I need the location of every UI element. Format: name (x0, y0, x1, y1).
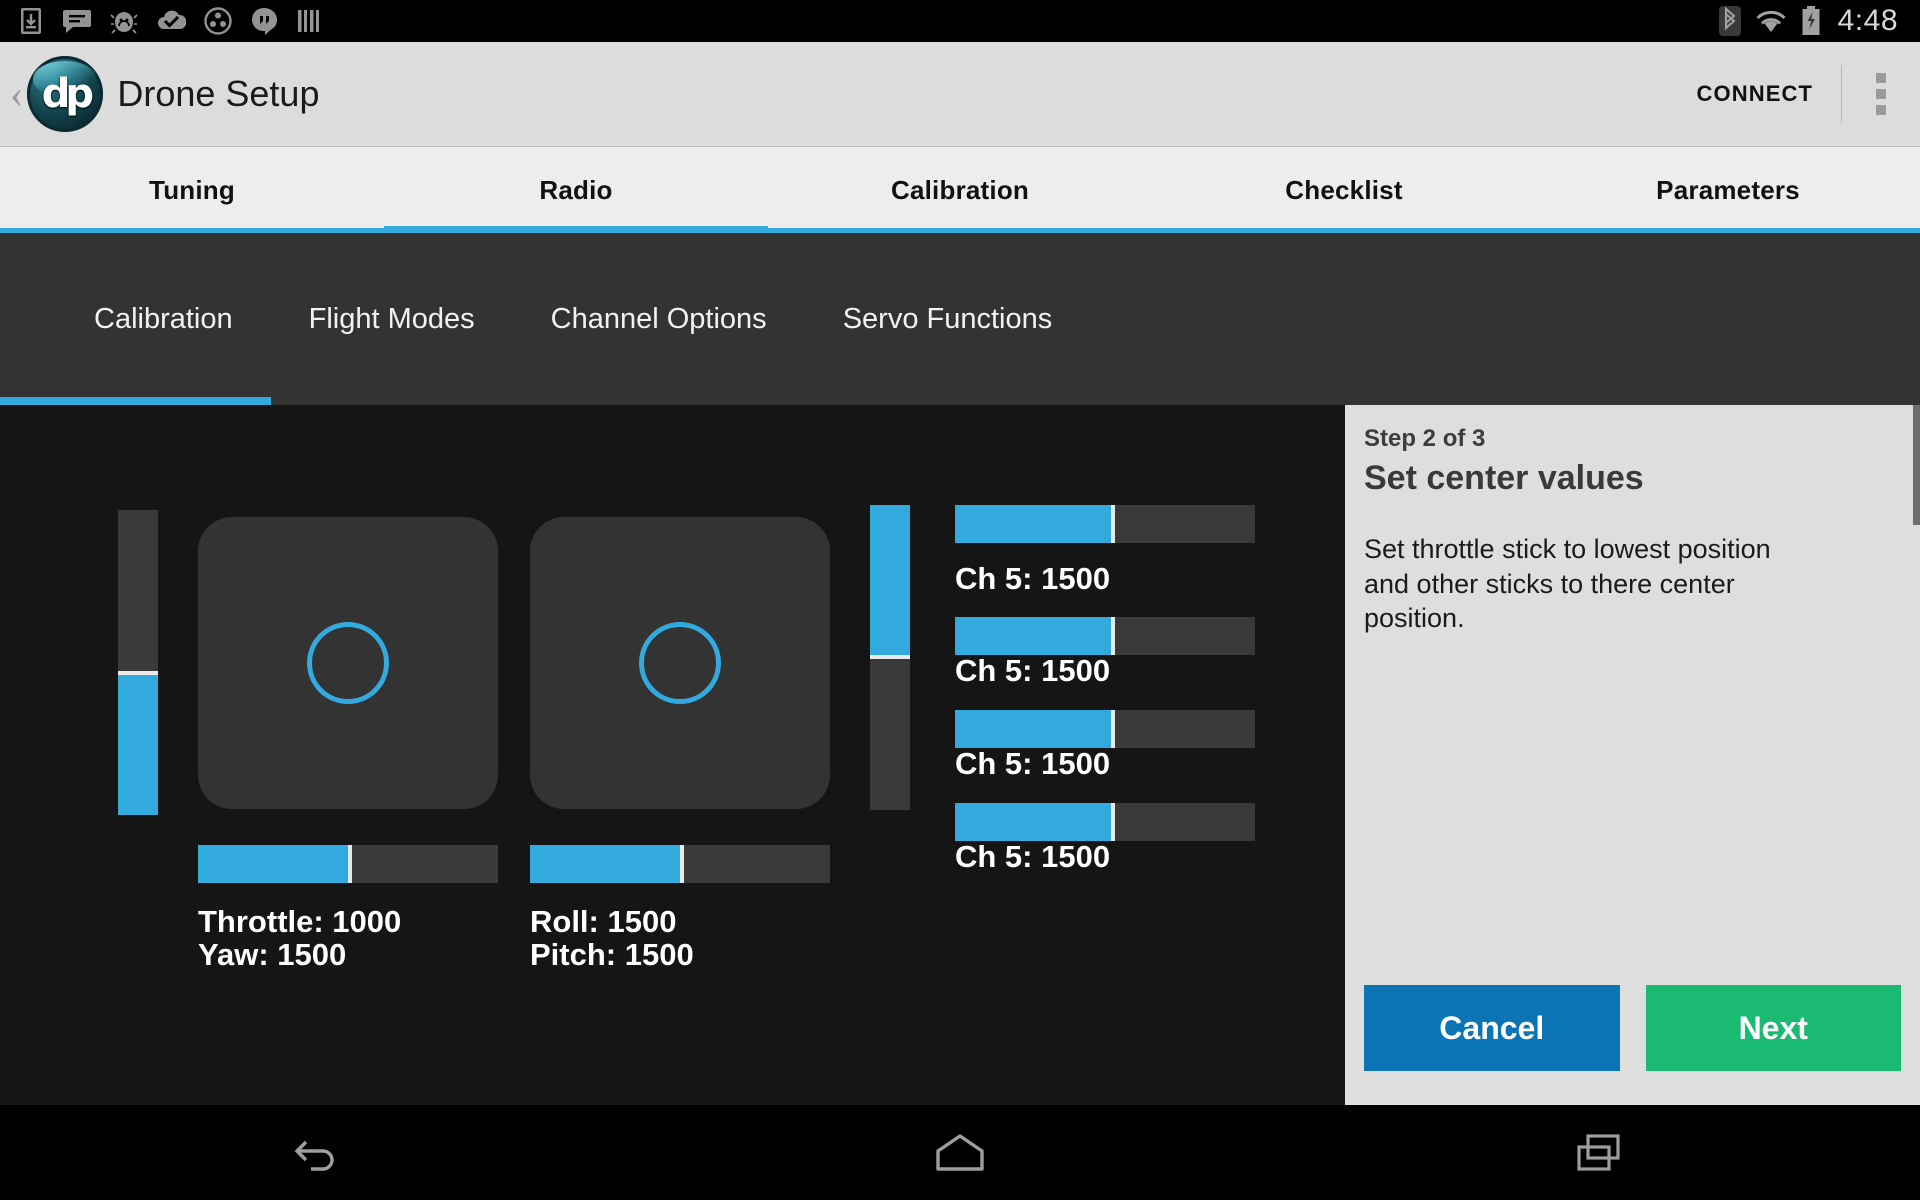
aux-vertical-marker (870, 655, 910, 659)
tab-label: Calibration (891, 174, 1029, 205)
cloud-check-icon (158, 10, 186, 29)
subtab-calibration[interactable]: Calibration (0, 233, 271, 405)
battery-charging-icon (1802, 6, 1820, 35)
back-chevron-icon[interactable]: ‹ (0, 74, 27, 114)
bug-icon (110, 12, 138, 34)
page-title: Drone Setup (117, 73, 320, 114)
back-arrow-icon (294, 1140, 334, 1171)
roll-horizontal-bar[interactable] (530, 845, 830, 883)
subtab-label: Flight Modes (308, 302, 475, 335)
channel-bar[interactable] (955, 617, 1255, 655)
channel-bar-marker (1111, 803, 1115, 841)
subtab-label: Channel Options (550, 302, 767, 335)
hangouts-circle-icon (204, 7, 232, 35)
channel-bar-fill (955, 710, 1111, 748)
channel-label: Ch 5: 1500 (955, 746, 1111, 781)
channel-bar-fill (955, 617, 1111, 655)
tab-checklist[interactable]: Checklist (1152, 147, 1536, 233)
tab-tuning[interactable]: Tuning (0, 147, 384, 233)
radio-calibration-content: Throttle: 1000 Yaw: 1500 Roll: 1500 Pitc… (0, 405, 1920, 1105)
tab-calibration[interactable]: Calibration (768, 147, 1152, 233)
throttle-vertical-fill (118, 675, 158, 815)
aux-vertical-fill (870, 505, 910, 655)
radio-visualizer: Throttle: 1000 Yaw: 1500 Roll: 1500 Pitc… (0, 405, 1345, 1105)
roll-horizontal-marker (680, 845, 684, 883)
status-bar-system-icons: 4:48 (1718, 4, 1920, 38)
sms-icon (63, 10, 91, 33)
recents-icon (1577, 1133, 1620, 1171)
app-bar-actions: CONNECT (1669, 42, 1920, 146)
nav-home-button[interactable] (640, 1131, 1280, 1175)
wizard-title: Set center values (1364, 459, 1644, 497)
primary-tab-bar: Tuning Radio Calibration Checklist Param… (0, 147, 1920, 233)
channel-bar-fill (955, 505, 1111, 543)
left-stick-indicator (307, 622, 389, 704)
wizard-scrollbar[interactable] (1913, 405, 1920, 525)
app-logo[interactable]: dp (27, 56, 104, 132)
channel-bar-marker (1111, 710, 1115, 748)
channel-bar[interactable] (955, 803, 1255, 841)
cancel-button[interactable]: Cancel (1364, 985, 1620, 1071)
roll-horizontal-fill (530, 845, 680, 883)
channel-label: Ch 5: 1500 (955, 839, 1111, 874)
bluetooth-icon (1718, 6, 1741, 36)
overflow-dot (1876, 73, 1886, 83)
secondary-tab-bar: Calibration Flight Modes Channel Options… (0, 233, 1920, 405)
download-icon (21, 8, 41, 34)
yaw-horizontal-bar[interactable] (198, 845, 498, 883)
left-stick-readout: Throttle: 1000 Yaw: 1500 (198, 904, 402, 973)
channel-label: Ch 5: 1500 (955, 561, 1111, 596)
barcode-icon (298, 10, 319, 32)
channel-bar-marker (1111, 505, 1115, 543)
overflow-dot (1876, 105, 1886, 115)
subtab-servo-functions[interactable]: Servo Functions (805, 233, 1091, 405)
logo-mark: dp (41, 71, 94, 117)
wizard-actions: Cancel Next (1364, 985, 1901, 1071)
right-stick-pad[interactable] (530, 517, 830, 809)
status-bar-notification-icons (0, 7, 322, 35)
channel-bar-fill (955, 803, 1111, 841)
android-navigation-bar (0, 1105, 1920, 1200)
status-bar: 4:48 (0, 0, 1920, 42)
yaw-horizontal-marker (348, 845, 352, 883)
android-screen: 4:48 ‹ dp Drone Setup CONNECT Tuning Rad… (0, 0, 1920, 1200)
app-bar: ‹ dp Drone Setup CONNECT (0, 42, 1920, 147)
home-icon (936, 1133, 984, 1171)
overflow-dot (1876, 89, 1886, 99)
tab-label: Tuning (149, 174, 235, 205)
left-stick-pad[interactable] (198, 517, 498, 809)
subtab-label: Calibration (94, 302, 233, 335)
nav-recents-button[interactable] (1280, 1132, 1920, 1174)
aux-vertical-slider[interactable] (870, 505, 910, 810)
wizard-step-indicator: Step 2 of 3 (1364, 425, 1486, 452)
nav-back-button[interactable] (0, 1133, 640, 1173)
wizard-instructions: Set throttle stick to lowest position an… (1364, 534, 1771, 634)
subtab-flight-modes[interactable]: Flight Modes (271, 233, 513, 405)
right-stick-indicator (639, 622, 721, 704)
status-bar-clock: 4:48 (1837, 4, 1898, 37)
throttle-vertical-marker (118, 671, 158, 675)
tab-label: Parameters (1656, 174, 1800, 205)
channel-bar[interactable] (955, 710, 1255, 748)
next-button[interactable]: Next (1645, 985, 1901, 1071)
channel-bar[interactable] (955, 505, 1255, 543)
tab-label: Checklist (1285, 174, 1403, 205)
wizard-panel: Step 2 of 3 Set center values Set thrott… (1345, 405, 1920, 1105)
hangouts-icon (252, 8, 277, 35)
tab-label: Radio (539, 174, 613, 205)
channel-bar-marker (1111, 617, 1115, 655)
subtab-channel-options[interactable]: Channel Options (513, 233, 805, 405)
wifi-icon (1756, 10, 1786, 32)
channel-label: Ch 5: 1500 (955, 653, 1111, 688)
tab-parameters[interactable]: Parameters (1536, 147, 1920, 233)
overflow-menu-icon[interactable] (1842, 42, 1920, 146)
subtab-label: Servo Functions (842, 302, 1053, 335)
tab-radio[interactable]: Radio (384, 147, 768, 233)
yaw-horizontal-fill (198, 845, 348, 883)
connect-button[interactable]: CONNECT (1669, 81, 1841, 107)
throttle-vertical-slider[interactable] (118, 510, 158, 815)
right-stick-readout: Roll: 1500 Pitch: 1500 (530, 904, 694, 973)
